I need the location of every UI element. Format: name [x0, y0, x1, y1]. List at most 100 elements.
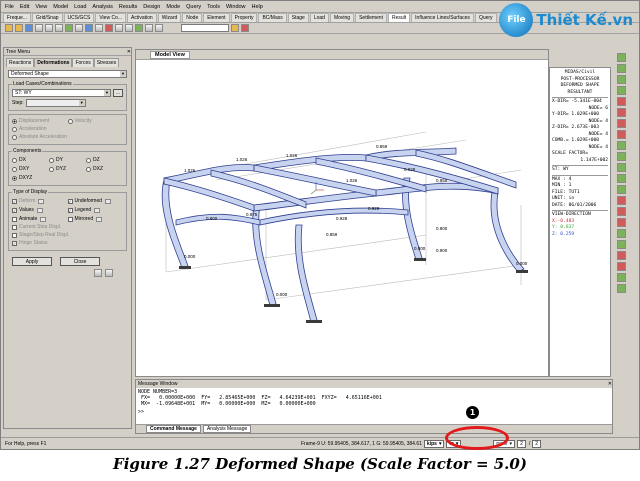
message-tab[interactable]: Analysis Message	[202, 425, 252, 433]
menu-item-design[interactable]: Design	[143, 4, 160, 10]
load-case-more-button[interactable]: ...	[113, 89, 123, 97]
iso-view-icon[interactable]	[616, 152, 626, 161]
menu-item-load[interactable]: Load	[74, 4, 86, 10]
checkbox[interactable]: ✓	[12, 198, 17, 204]
export-icon[interactable]	[105, 269, 113, 277]
motion-option[interactable]: Velocity	[67, 117, 124, 125]
main-tab[interactable]: Grid/Snap	[32, 13, 63, 22]
checkbox[interactable]	[67, 216, 73, 222]
option-settings-button[interactable]	[94, 207, 101, 213]
motion-option[interactable]: Displacement	[12, 117, 68, 125]
rotate-up-icon[interactable]	[616, 119, 626, 128]
main-tab[interactable]: Load	[309, 13, 329, 22]
extra-display-option[interactable]: Current Step Displ.	[12, 223, 123, 231]
lock-icon[interactable]	[231, 24, 239, 32]
close-icon[interactable]: ✕	[127, 49, 131, 55]
menu-item-tools[interactable]: Tools	[207, 4, 220, 10]
menu-item-view[interactable]: View	[35, 4, 47, 10]
menu-item-help[interactable]: Help	[252, 4, 263, 10]
model-view-tab[interactable]: Model View	[150, 50, 190, 59]
main-tab[interactable]: Wizard	[157, 13, 182, 22]
tree-tab-deformations[interactable]: Deformations	[34, 58, 73, 67]
main-tab[interactable]: Activation	[127, 13, 157, 22]
radio-button[interactable]	[67, 118, 73, 124]
main-tab[interactable]: View Co...	[95, 13, 127, 22]
radio-button[interactable]	[12, 175, 17, 181]
component-option-dz[interactable]: DZ	[86, 156, 123, 164]
main-tab[interactable]: Node	[182, 13, 203, 22]
rotate-down-icon[interactable]	[616, 130, 626, 139]
checkbox[interactable]: ✓	[67, 207, 73, 213]
zoom-icon[interactable]	[75, 24, 83, 32]
named-view-icon[interactable]	[616, 273, 626, 282]
open-file-icon[interactable]	[15, 24, 23, 32]
top-view-icon[interactable]	[616, 163, 626, 172]
group-select[interactable]	[181, 24, 229, 32]
main-tab[interactable]: BC/Mass	[258, 13, 287, 22]
option-settings-button[interactable]	[105, 198, 112, 204]
view-icon[interactable]	[616, 53, 626, 62]
radio-button[interactable]	[12, 126, 17, 132]
command-prompt[interactable]: >>	[136, 408, 612, 416]
render-icon[interactable]	[105, 24, 113, 32]
element-number-icon[interactable]	[155, 24, 163, 32]
main-tab[interactable]: Query	[474, 13, 497, 22]
fit-icon[interactable]	[616, 86, 626, 95]
model-view[interactable]: Model View 1.026 0.859 1.026 0.928 1.026…	[135, 49, 549, 377]
radio-button[interactable]	[12, 134, 17, 140]
select-icon[interactable]	[65, 24, 73, 32]
main-tab[interactable]: Property	[230, 13, 258, 22]
menu-item-file[interactable]: File	[5, 4, 14, 10]
redo-icon[interactable]	[55, 24, 63, 32]
rotate-right-icon[interactable]	[616, 108, 626, 117]
option-settings-button[interactable]	[96, 216, 103, 222]
zoom-in-icon[interactable]	[616, 64, 626, 73]
perspective-icon[interactable]	[616, 218, 626, 227]
pan-view-icon[interactable]	[616, 141, 626, 150]
menu-item-window[interactable]: Window	[226, 4, 246, 10]
component-option-dy[interactable]: DY	[49, 156, 86, 164]
force-unit-select[interactable]: kips ▾	[423, 439, 445, 448]
shade-icon[interactable]	[616, 207, 626, 216]
node-number-icon[interactable]	[145, 24, 153, 32]
undo-icon[interactable]	[45, 24, 53, 32]
tree-tab-stresses[interactable]: Stresses	[93, 58, 120, 67]
front-view-icon[interactable]	[616, 174, 626, 183]
display-option[interactable]: ✓ Values	[12, 206, 68, 214]
new-file-icon[interactable]	[5, 24, 13, 32]
table-icon[interactable]	[94, 269, 102, 277]
light-icon[interactable]	[616, 251, 626, 260]
print-icon[interactable]	[35, 24, 43, 32]
checkbox[interactable]	[12, 224, 17, 230]
extra-display-option[interactable]: ✓ Hinge Status	[12, 239, 123, 247]
radio-button[interactable]	[12, 118, 17, 124]
component-option-dxy[interactable]: DXY	[12, 165, 49, 173]
extra-display-option[interactable]: Stage/Step Real Displ.	[12, 231, 123, 239]
display-icon[interactable]	[616, 262, 626, 271]
display-option[interactable]: Animate	[12, 215, 68, 223]
radio-button[interactable]	[12, 166, 17, 172]
view-front-icon[interactable]	[115, 24, 123, 32]
option-settings-button[interactable]	[36, 207, 43, 213]
redraw-icon[interactable]	[616, 229, 626, 238]
main-tab[interactable]: Result	[387, 13, 411, 22]
checkbox[interactable]: ✓	[12, 240, 17, 246]
message-tab[interactable]: Command Message	[146, 425, 201, 433]
display-option[interactable]: ✓ Undeformed	[67, 197, 124, 205]
main-tab[interactable]: Freque...	[3, 13, 32, 22]
rotate-icon[interactable]	[95, 24, 103, 32]
apply-button[interactable]: Apply	[12, 257, 52, 266]
component-option-dyz[interactable]: DYZ	[49, 165, 86, 173]
menu-item-mode[interactable]: Mode	[166, 4, 180, 10]
component-option-dxz[interactable]: DXZ	[86, 165, 123, 173]
option-settings-button[interactable]	[40, 216, 47, 222]
hidden-icon[interactable]	[616, 196, 626, 205]
checkbox[interactable]: ✓	[67, 198, 73, 204]
checkbox[interactable]: ✓	[12, 207, 17, 213]
page-current[interactable]: 2	[517, 439, 526, 448]
result-type-select[interactable]: Deformed Shape ▼	[8, 70, 127, 78]
rotate-left-icon[interactable]	[616, 97, 626, 106]
motion-option[interactable]: Acceleration	[12, 125, 68, 133]
side-view-icon[interactable]	[616, 185, 626, 194]
view-top-icon[interactable]	[125, 24, 133, 32]
